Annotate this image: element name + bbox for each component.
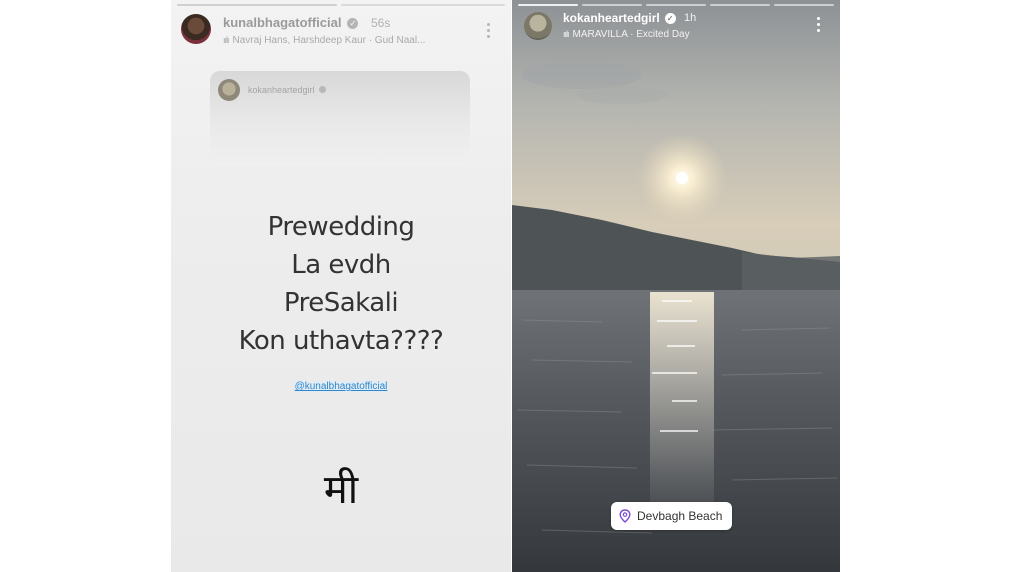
shared-story-avatar [218, 79, 240, 101]
story-progress-bar-4 [710, 4, 770, 6]
username-label: kokanheartedgirl [563, 11, 660, 25]
story-progress-bar-5 [774, 4, 834, 6]
music-label: Navraj Hans, Harshdeep Kaur · Gud Naal..… [232, 35, 426, 46]
more-options-icon[interactable] [487, 23, 491, 41]
story-username[interactable]: kokanheartedgirl ✓ [563, 11, 676, 25]
story-progress-bar-1 [177, 4, 337, 6]
story-username[interactable]: kunalbhagatofficial ✓ [223, 15, 359, 30]
story-caption: मी [323, 467, 359, 513]
story-timestamp: 1h [684, 12, 697, 24]
story-text-line: PreSakali [283, 288, 399, 318]
music-bars-icon: ıılı [563, 29, 569, 39]
sunset-lake-photo [512, 0, 840, 572]
story-text-line: Prewedding [267, 212, 415, 242]
map-pin-icon [619, 509, 631, 523]
story-kokanheartedgirl[interactable]: kokanheartedgirl ✓ 1h ıılı MARAVILLA · Exc… [512, 0, 840, 572]
mention-label: @kunalbhagatofficial [293, 381, 389, 392]
shared-story-card[interactable]: kokanheartedgirl [210, 71, 470, 166]
music-attribution[interactable]: ıılı Navraj Hans, Harshdeep Kaur · Gud Na… [223, 35, 425, 46]
location-label: Devbagh Beach [637, 509, 723, 523]
verified-badge-icon [318, 86, 326, 93]
story-progress-bar-2 [582, 4, 642, 6]
shared-story-username: kokanheartedgirl [248, 85, 326, 95]
mention-sticker[interactable]: @kunalbhagatofficial [171, 381, 511, 392]
verified-badge-icon: ✓ [347, 18, 359, 29]
story-text-line: La evdh [291, 250, 391, 280]
story-kunalbhagatofficial[interactable]: kunalbhagatofficial ✓ 56s ıılı Navraj Hans… [171, 0, 511, 572]
verified-badge-icon: ✓ [664, 13, 676, 24]
story-progress-bar-3 [646, 4, 706, 6]
story-progress-bar-2 [341, 4, 505, 6]
avatar[interactable] [181, 14, 211, 44]
more-options-icon[interactable] [817, 17, 821, 35]
username-label: kunalbhagatofficial [223, 15, 342, 30]
story-text-block: Prewedding La evdh PreSakali Kon uthavta… [171, 208, 511, 360]
story-text-line: Kon uthavta???? [238, 326, 444, 356]
music-bars-icon: ıılı [223, 35, 229, 45]
location-sticker[interactable]: Devbagh Beach [611, 502, 733, 530]
music-label: MARAVILLA · Excited Day [572, 29, 690, 40]
story-progress-bar-1 [518, 4, 578, 6]
avatar[interactable] [524, 12, 552, 40]
story-timestamp: 56s [371, 16, 391, 30]
music-attribution[interactable]: ıılı MARAVILLA · Excited Day [563, 29, 690, 40]
